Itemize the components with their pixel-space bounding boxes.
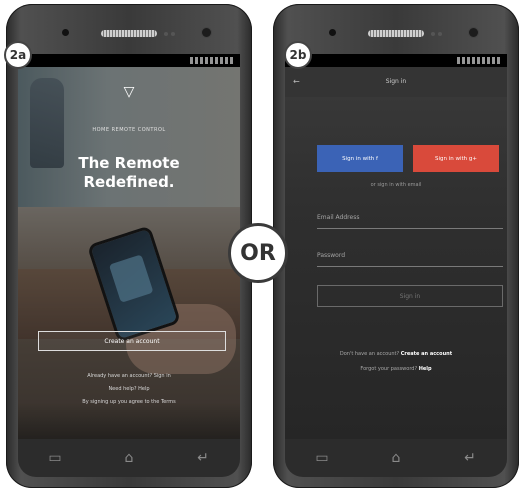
home-icon[interactable]: ⌂ [383, 450, 409, 466]
sign-in-button[interactable]: Sign in [317, 285, 503, 307]
earpiece-speaker [101, 30, 157, 37]
home-icon[interactable]: ⌂ [116, 450, 142, 466]
help-link[interactable]: Need help? Help [18, 386, 240, 392]
app-logo-icon: ▽ [123, 84, 135, 100]
google-sign-in-button[interactable]: Sign in with g+ [413, 145, 499, 172]
terms-text: By signing up you agree to the Terms [82, 399, 176, 405]
phone-b: ← Sign in Sign in with f Sign in with g+… [273, 4, 519, 488]
facebook-sign-in-button[interactable]: Sign in with f [317, 145, 403, 172]
sensor-dot [164, 32, 168, 36]
tagline: HOME REMOTE CONTROL [92, 127, 166, 133]
status-bar [285, 54, 507, 67]
sensor-dot [438, 32, 442, 36]
front-camera [202, 28, 211, 37]
status-icons [457, 57, 501, 64]
or-badge: OR [228, 223, 288, 283]
nav-bar-a: ▭ ⌂ ↵ [18, 439, 240, 477]
no-account-text: Don't have an account? [339, 351, 400, 357]
welcome-screen: ▽ HOME REMOTE CONTROL The Remote Redefin… [18, 54, 240, 443]
help-link[interactable]: Help [419, 366, 432, 372]
phone-a: ▽ HOME REMOTE CONTROL The Remote Redefin… [6, 4, 252, 488]
step-badge-2a: 2a [4, 41, 32, 69]
nav-bar-b: ▭ ⌂ ↵ [285, 439, 507, 477]
front-camera [469, 28, 478, 37]
create-account-prompt: Don't have an account? Create an account [285, 351, 507, 357]
create-account-link[interactable]: Create an account [401, 351, 452, 357]
sign-in-screen: ← Sign in Sign in with f Sign in with g+… [285, 54, 507, 443]
recents-icon[interactable]: ▭ [42, 450, 68, 466]
forgot-password-prompt: Forgot your password? Help [285, 366, 507, 372]
sensor-dot [431, 32, 435, 36]
status-bar [18, 54, 240, 67]
proximity-sensor [62, 29, 69, 36]
headline-line-2: Redefined. [83, 173, 175, 191]
email-field[interactable]: Email Address [317, 214, 503, 229]
headline-line-1: The Remote [78, 154, 180, 172]
forgot-password-text: Forgot your password? [360, 366, 418, 372]
or-divider-text: or sign in with email [370, 182, 422, 188]
step-badge-2b: 2b [284, 41, 312, 69]
headline: The Remote Redefined. [18, 154, 240, 192]
page-title: Sign in [385, 78, 407, 85]
status-icons [190, 57, 234, 64]
earpiece-speaker [368, 30, 424, 37]
password-field[interactable]: Password [317, 252, 503, 267]
sensor-dot [171, 32, 175, 36]
proximity-sensor [329, 29, 336, 36]
bottom-fade [18, 403, 240, 443]
recents-icon[interactable]: ▭ [309, 450, 335, 466]
create-account-button[interactable]: Create an account [38, 331, 226, 351]
app-header: ← Sign in [285, 67, 507, 97]
back-icon[interactable]: ↵ [457, 450, 483, 466]
back-icon[interactable]: ↵ [190, 450, 216, 466]
sign-in-link[interactable]: Already have an account? Sign in [18, 373, 240, 379]
